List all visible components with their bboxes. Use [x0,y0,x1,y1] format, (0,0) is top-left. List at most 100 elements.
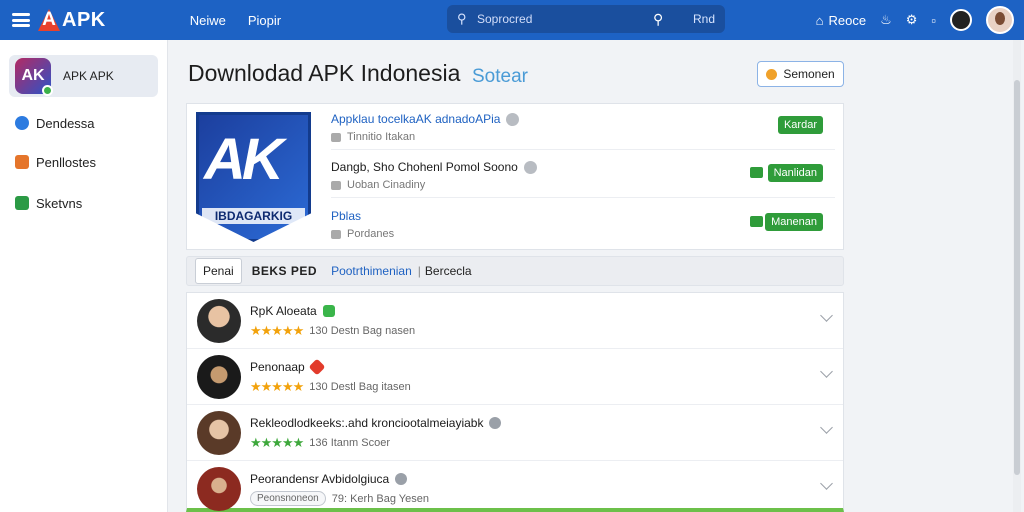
list-item-meta: ★★★★★ 130 Destn Bag nasen [250,323,415,339]
tab-bar: Penai BEKS PED Pootrthimenian | Bercecla [186,256,844,286]
featured-row-3: Pblas Pordanes Manenan [331,201,835,247]
list-item[interactable]: Rekleodlodkeeks:.ahd kronciootalmeiayiab… [187,405,843,461]
row-sub-text: Tinnitio Itakan [347,131,416,143]
sidebar: AK APK APK Dendessa Penllostes Sketvns [0,40,168,512]
gear-icon[interactable]: ⚙ [906,12,918,28]
home-icon: ⌂ [815,12,824,28]
info-icon [395,473,408,485]
row-title-text: Appklau tocelkaAK adnadoAPia [331,112,501,126]
list-item[interactable]: Peorandensr Avbidolgiuca Peonsnoneon 79: … [187,461,843,512]
info-icon [489,417,502,429]
top-action-label: Semonen [783,67,835,81]
sidebar-item-2[interactable]: Penllostes [15,152,167,172]
search-bar: ⚲ ⚲ Rnd [447,5,725,33]
nav-link-1[interactable]: Neiwe [190,13,226,28]
box-icon [15,196,29,210]
user-avatar-small[interactable] [950,9,972,31]
circle-icon [15,116,29,130]
top-nav: Neiwe Piopir [190,13,281,28]
manage-button[interactable]: Manenan [765,213,823,231]
meta-text: 79: Kerh Bag Yesen [331,492,429,505]
list-item[interactable]: RpK Aloeata ★★★★★ 130 Destn Bag nasen [187,293,843,349]
download-button[interactable]: Kardar [777,116,823,134]
tag-icon [331,180,341,190]
status-badge: Peonsnoneon [250,491,326,506]
tab-third[interactable]: Pootrthimenian [331,264,412,278]
featured-row-1: Appklau tocelkaAK adnadoAPia Tinnitio It… [331,104,835,150]
featured-row-title[interactable]: Dangb, Sho Chohenl Pomol Soono [331,160,537,174]
featured-row-sub: Tinnitio Itakan [331,131,415,143]
meta-text: 130 Destl Bag itasen [309,381,411,393]
rating-stars: ★★★★★ [250,379,304,394]
scroll-thumb[interactable] [1014,80,1020,475]
avatar[interactable] [986,6,1014,34]
app-icon: AK [15,58,53,96]
list-item-name: RpK Aloeata [250,304,335,318]
featured-app-icon[interactable]: AK IBDAGARKIG [196,112,311,242]
verified-icon [523,160,537,174]
install-button[interactable]: Nanlidan [767,164,823,182]
sidebar-app-item[interactable]: AK APK APK [9,55,158,97]
chevron-down-icon[interactable] [820,309,833,322]
list-item[interactable]: Penonaap ★★★★★ 130 Destl Bag itasen [187,349,843,405]
search-hint: Rnd [692,12,715,26]
avatar [197,355,241,399]
list-item-name: Penonaap [250,358,326,376]
icon-letters: AK [204,127,284,192]
menu-icon[interactable] [12,13,30,27]
sidebar-item-label: Sketvns [36,195,83,211]
name-text: RpK Aloeata [250,304,317,318]
review-list: RpK Aloeata ★★★★★ 130 Destn Bag nasen Pen… [186,292,844,512]
logo[interactable]: A APK [38,9,106,32]
name-text: Penonaap [250,360,305,374]
list-item-name: Rekleodlodkeeks:.ahd kronciootalmeiayiab… [250,416,502,430]
chevron-down-icon[interactable] [820,365,833,378]
sidebar-item-label: Dendessa [36,115,95,131]
sidebar-item-1[interactable]: Dendessa [15,113,167,133]
tab-fourth[interactable]: Bercecla [425,264,472,278]
sidebar-app-label: APK APK [63,69,114,83]
search-submit-icon[interactable]: ⚲ [653,11,681,28]
sidebar-item-label: Penllostes [36,154,96,170]
sidebar-item-3[interactable]: Sketvns [15,193,167,213]
shield-icon[interactable]: ▫ [931,13,936,28]
name-text: Rekleodlodkeeks:.ahd kronciootalmeiayiab… [250,416,484,430]
tab-second[interactable]: BEKS PED [252,264,317,278]
avatar [197,467,241,511]
featured-row-title[interactable]: Appklau tocelkaAK adnadoAPia [331,112,520,126]
verified-icon [322,305,335,317]
tab-separator: | [417,264,421,278]
list-item-meta: Peonsnoneon 79: Kerh Bag Yesen [250,491,429,506]
page-subtitle[interactable]: Sotear [472,66,528,88]
featured-row-sub: Pordanes [331,228,394,240]
featured-card: AK IBDAGARKIG Appklau tocelkaAK adnadoAP… [186,103,844,250]
tab-first[interactable]: Penai [195,258,242,284]
chevron-down-icon[interactable] [820,477,833,490]
cart-icon[interactable] [750,216,763,227]
search-input[interactable] [477,12,653,26]
bag-icon [15,155,29,169]
icon-band: IBDAGARKIG [202,208,305,224]
top-right: ⌂ Reoce ♨ ⚙ ▫ [816,4,1014,36]
row-title-text: Dangb, Sho Chohenl Pomol Soono [331,160,518,174]
scrollbar[interactable] [1013,40,1021,512]
fire-icon[interactable]: ♨ [880,12,892,28]
avatar [197,299,241,343]
featured-row-2: Dangb, Sho Chohenl Pomol Soono Uoban Cin… [331,152,835,198]
nav-link-2[interactable]: Piopir [248,13,281,28]
top-action-button[interactable]: Semonen [757,61,844,87]
home-link[interactable]: ⌂ Reoce [816,13,866,28]
list-item-meta: ★★★★★ 136 Itanm Scoer [250,435,390,451]
avatar [197,411,241,455]
row-sub-text: Uoban Cinadiny [347,179,426,191]
list-item-meta: ★★★★★ 130 Destl Bag itasen [250,379,411,395]
featured-row-title[interactable]: Pblas [331,209,361,223]
search-icon: ⚲ [457,11,467,26]
featured-row-sub: Uoban Cinadiny [331,179,425,191]
cart-icon[interactable] [750,167,763,178]
online-dot-icon [42,85,53,96]
rating-stars: ★★★★★ [250,323,304,338]
chevron-down-icon[interactable] [820,421,833,434]
logo-a-icon: A [38,9,60,31]
meta-text: 130 Destn Bag nasen [309,325,416,337]
